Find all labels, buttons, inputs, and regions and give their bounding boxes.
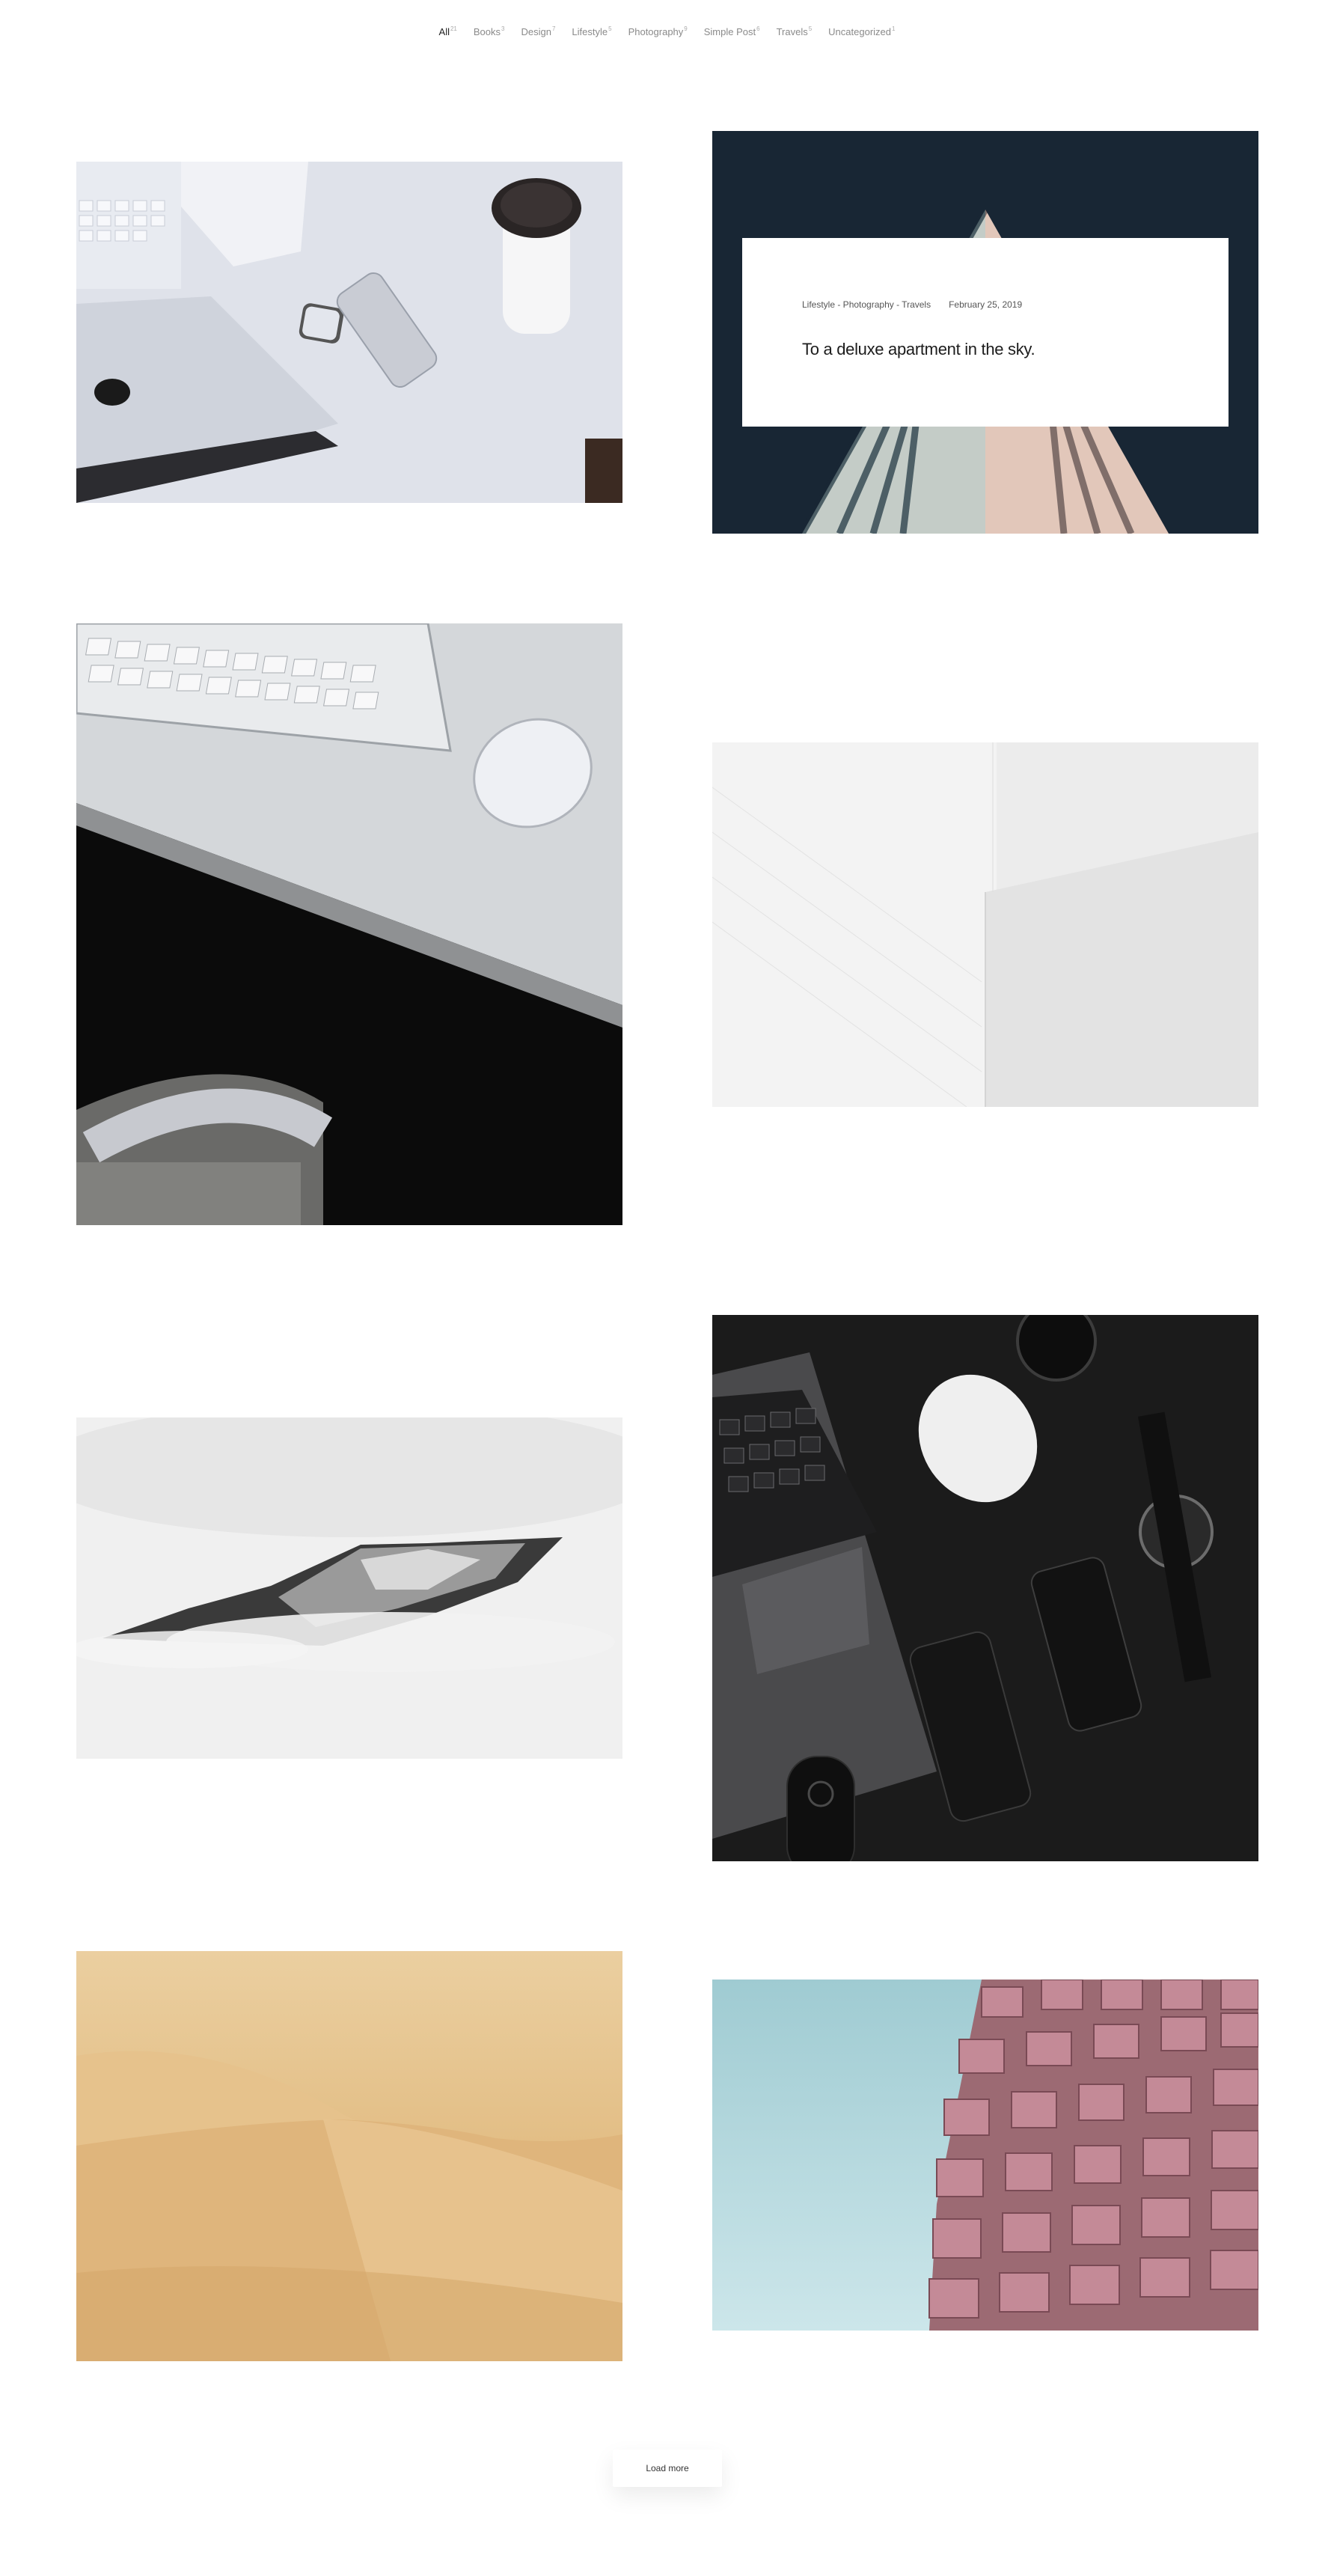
filter-count: 9 xyxy=(684,25,688,32)
portfolio-card-featured-building[interactable]: Lifestyle - Photography - Travels Februa… xyxy=(712,131,1258,534)
white-architecture-image xyxy=(712,742,1258,1107)
desert-dunes-image xyxy=(76,1951,622,2361)
dark-laptop-phones-image xyxy=(712,1315,1258,1861)
post-date: February 25, 2019 xyxy=(949,299,1023,310)
category-filter-bar: All21 Books3 Design7 Lifestyle5 Photogra… xyxy=(0,25,1334,37)
filter-label: Uncategorized xyxy=(828,26,891,37)
portfolio-card-misty-mountain[interactable] xyxy=(76,1417,622,1759)
misty-mountain-image xyxy=(76,1417,622,1759)
post-categories[interactable]: Lifestyle - Photography - Travels xyxy=(802,299,931,310)
filter-count: 7 xyxy=(551,25,556,32)
filter-label: Travels xyxy=(776,26,808,37)
portfolio-card-pink-balconies[interactable] xyxy=(712,1980,1258,2331)
portfolio-card-dark-laptop[interactable] xyxy=(712,1315,1258,1861)
portfolio-card-laptop-desk[interactable] xyxy=(76,162,622,503)
filter-design[interactable]: Design7 xyxy=(521,25,555,37)
filter-label: Lifestyle xyxy=(572,26,608,37)
filter-label: All xyxy=(438,26,450,37)
featured-post-overlay: Lifestyle - Photography - Travels Februa… xyxy=(742,238,1229,427)
filter-label: Books xyxy=(473,26,501,37)
filter-count: 21 xyxy=(450,25,457,32)
portfolio-card-keyboard-mouse[interactable] xyxy=(76,623,622,1225)
load-more-button[interactable]: Load more xyxy=(613,2450,722,2487)
post-title[interactable]: To a deluxe apartment in the sky. xyxy=(802,340,1229,359)
filter-count: 5 xyxy=(808,25,813,32)
filter-label: Design xyxy=(521,26,551,37)
filter-books[interactable]: Books3 xyxy=(474,25,505,37)
filter-lifestyle[interactable]: Lifestyle5 xyxy=(572,25,611,37)
laptop-desk-image xyxy=(76,162,622,503)
post-meta: Lifestyle - Photography - Travels Februa… xyxy=(802,299,1229,310)
filter-travels[interactable]: Travels5 xyxy=(777,25,813,37)
filter-count: 3 xyxy=(501,25,505,32)
pink-balconies-image xyxy=(712,1980,1258,2331)
filter-label: Photography xyxy=(628,26,684,37)
portfolio-card-white-architecture[interactable] xyxy=(712,742,1258,1107)
filter-label: Simple Post xyxy=(703,26,756,37)
filter-uncategorized[interactable]: Uncategorized1 xyxy=(828,25,895,37)
filter-all[interactable]: All21 xyxy=(439,25,457,37)
filter-count: 1 xyxy=(892,25,896,32)
keyboard-mouse-image xyxy=(76,623,622,1225)
filter-count: 5 xyxy=(608,25,612,32)
filter-count: 6 xyxy=(756,25,760,32)
filter-simple-post[interactable]: Simple Post6 xyxy=(704,25,760,37)
filter-photography[interactable]: Photography9 xyxy=(628,25,688,37)
portfolio-card-desert-dunes[interactable] xyxy=(76,1951,622,2361)
